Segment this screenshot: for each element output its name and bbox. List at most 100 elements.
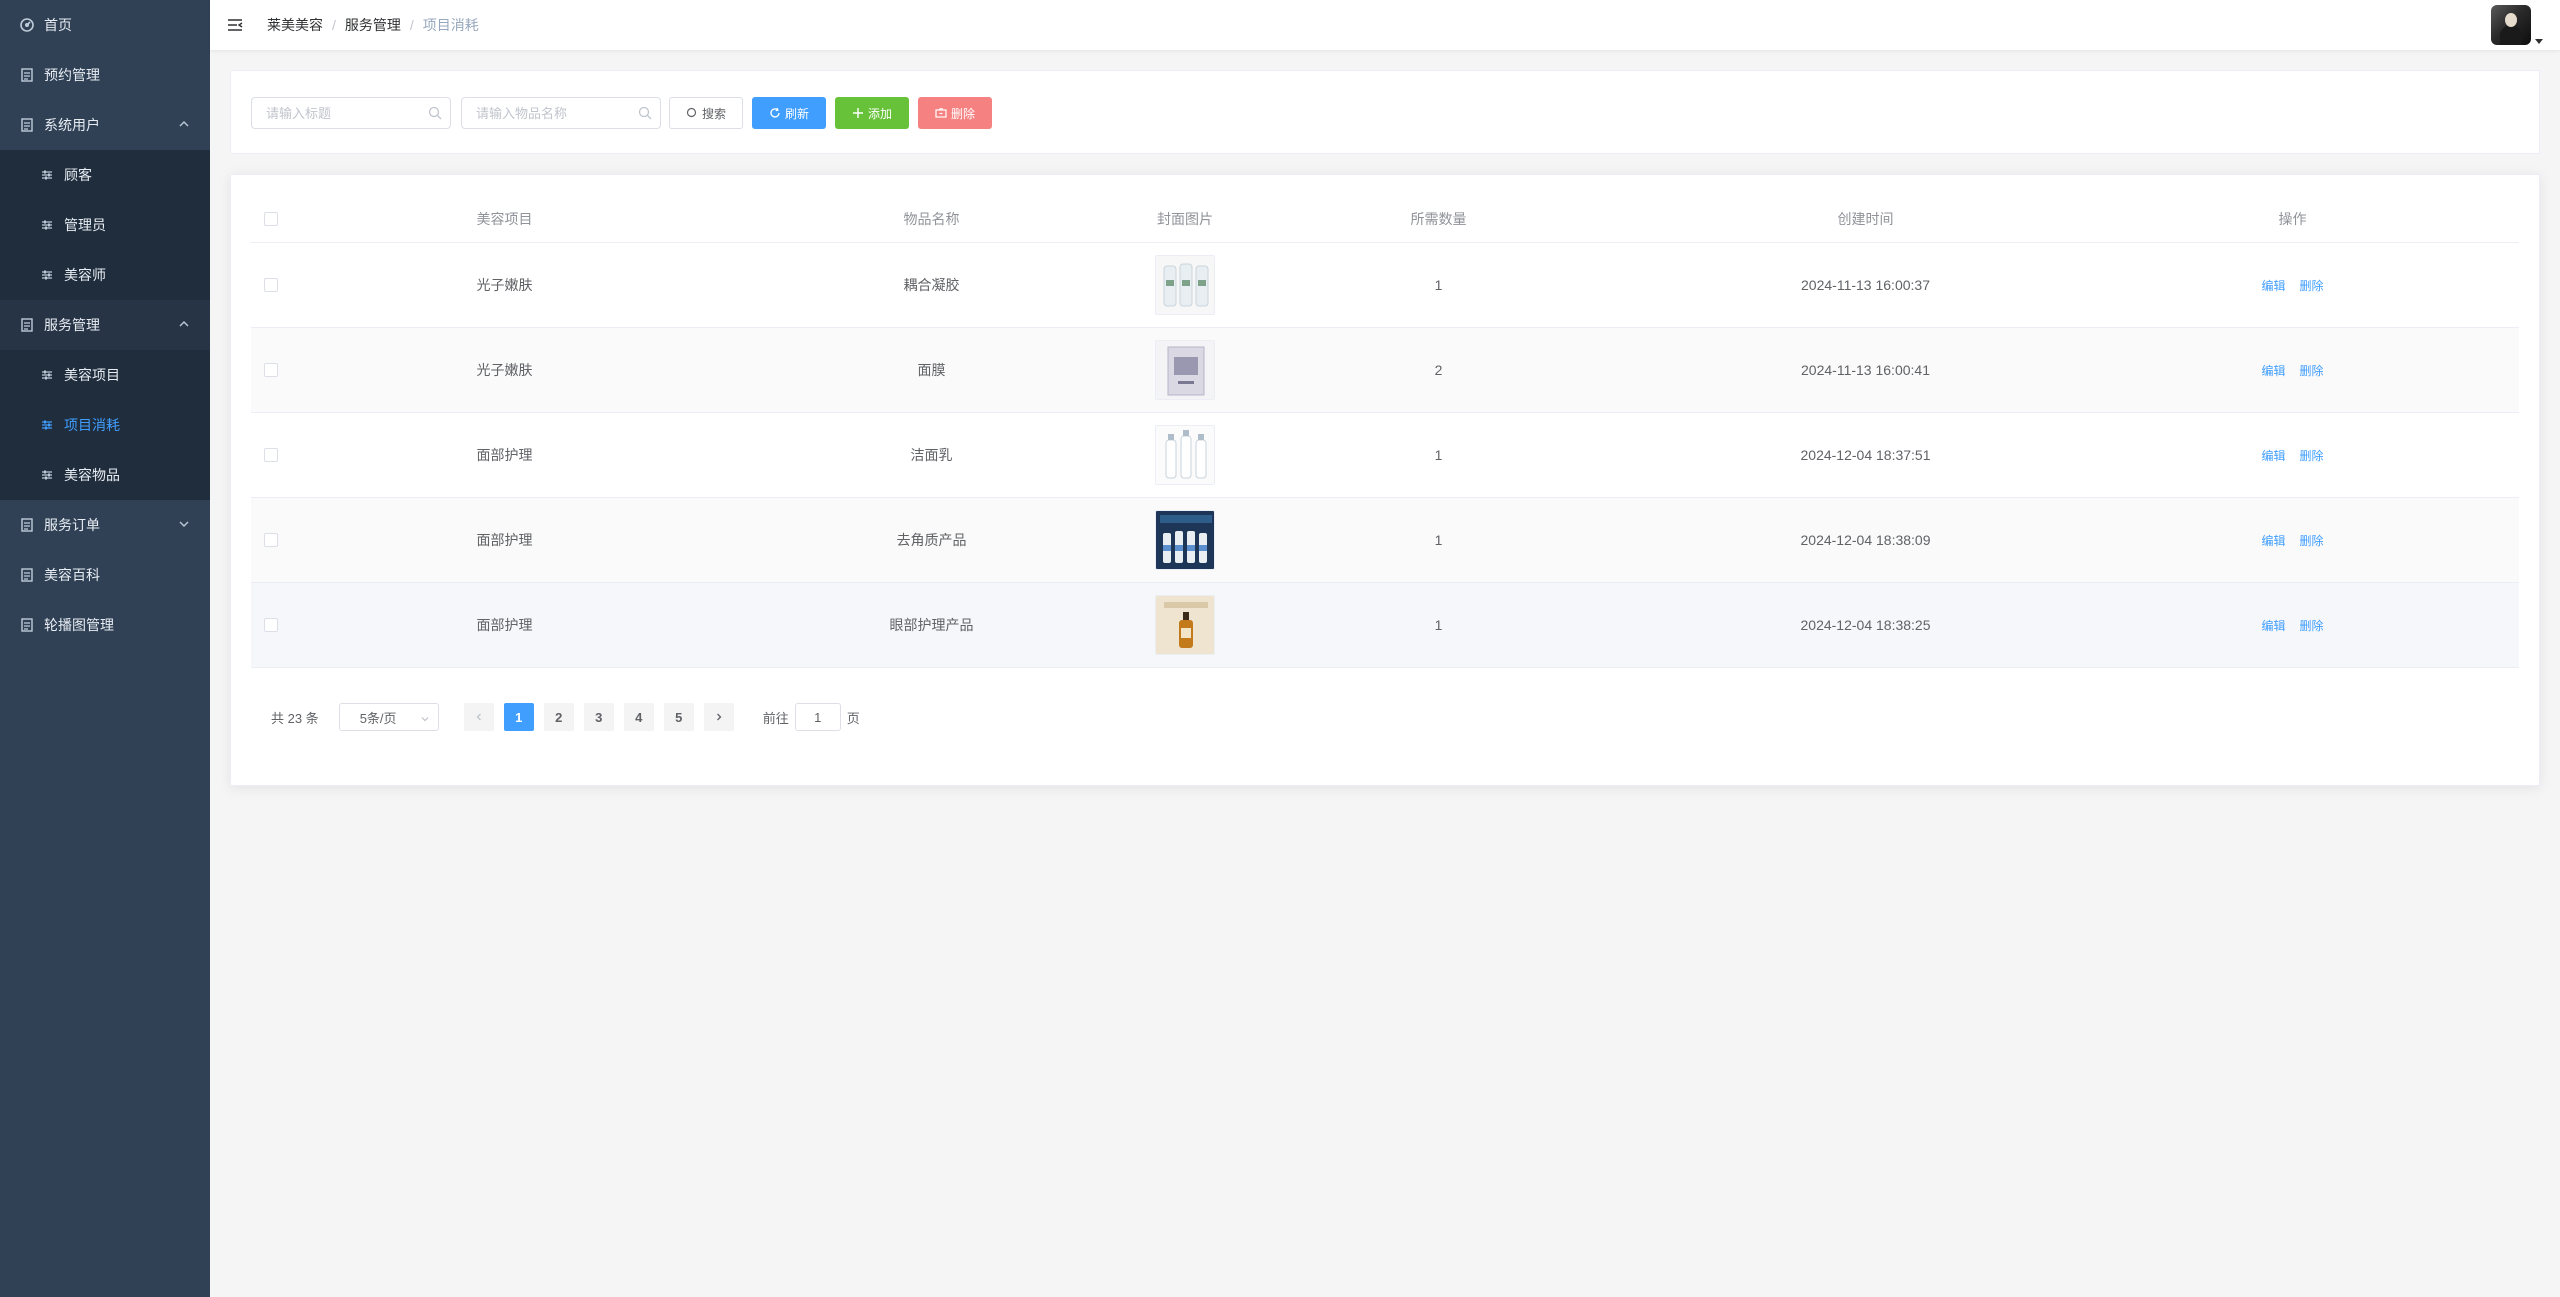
column-header-created: 创建时间 (1837, 210, 1894, 227)
cover-image[interactable] (1155, 510, 1215, 570)
chevron-left-icon (476, 713, 481, 721)
sidebar-item-service-management[interactable]: 服务管理 (0, 300, 210, 350)
delete-link[interactable]: 删除 (2299, 364, 2323, 378)
cell-item: 洁面乳 (910, 447, 953, 463)
cell-quantity: 1 (1434, 277, 1443, 293)
cell-item: 面膜 (917, 362, 946, 378)
title-search-input[interactable] (252, 98, 412, 128)
edit-link[interactable]: 编辑 (2262, 449, 2286, 463)
document-icon (20, 68, 34, 82)
sliders-icon (40, 468, 54, 482)
cell-quantity: 1 (1434, 617, 1443, 633)
sidebar-item-label: 轮播图管理 (44, 617, 114, 633)
edit-link[interactable]: 编辑 (2262, 364, 2286, 378)
table-panel: 美容项目 物品名称 封面图片 所需数量 创建时间 操作 光子嫩肤 耦合凝胶 1 … (230, 174, 2540, 786)
cell-item: 耦合凝胶 (903, 277, 960, 293)
edit-link[interactable]: 编辑 (2262, 279, 2286, 293)
cell-created-time: 2024-12-04 18:38:25 (1800, 617, 1931, 633)
row-checkbox[interactable] (264, 278, 278, 292)
row-select-cell (251, 448, 291, 462)
search-icon (428, 106, 442, 120)
cell-created-time: 2024-12-04 18:38:09 (1800, 532, 1931, 548)
user-menu[interactable] (2491, 5, 2544, 45)
cell-project: 光子嫩肤 (476, 277, 533, 293)
sidebar-item-label: 美容项目 (64, 367, 120, 383)
sidebar-item-service-orders[interactable]: 服务订单 (0, 500, 210, 550)
delete-link[interactable]: 删除 (2299, 619, 2323, 633)
sidebar-item-home[interactable]: 首页 (0, 0, 210, 50)
chevron-right-icon (716, 713, 722, 721)
breadcrumb-separator: / (409, 17, 414, 33)
cell-actions: 编辑 删除 (2079, 362, 2506, 379)
delete-link[interactable]: 删除 (2299, 534, 2323, 548)
sidebar-item-appointments[interactable]: 预约管理 (0, 50, 210, 100)
row-checkbox[interactable] (264, 448, 278, 462)
delete-button-label: 删除 (950, 106, 975, 121)
page-number[interactable]: 4 (623, 703, 654, 731)
refresh-button[interactable]: 刷新 (752, 97, 826, 129)
breadcrumb-separator: / (332, 17, 336, 33)
hamburger-icon[interactable] (227, 17, 243, 33)
document-icon (20, 568, 34, 582)
edit-link[interactable]: 编辑 (2262, 534, 2286, 548)
row-checkbox[interactable] (264, 533, 278, 547)
search-panel: 搜索 刷新 添加 删除 (230, 70, 2540, 154)
next-page-button[interactable] (703, 703, 734, 731)
row-checkbox[interactable] (264, 618, 278, 632)
delete-link[interactable]: 删除 (2299, 449, 2323, 463)
sidebar-item-beauty-wiki[interactable]: 美容百科 (0, 550, 210, 600)
avatar[interactable] (2491, 5, 2531, 45)
sidebar-item-system-users[interactable]: 系统用户 (0, 100, 210, 150)
sidebar-item-label: 美容师 (64, 267, 106, 283)
column-header-quantity: 所需数量 (1410, 210, 1467, 227)
delete-link[interactable]: 删除 (2299, 279, 2323, 293)
page-size-value: 5条/页 (359, 710, 397, 726)
sidebar: 首页 预约管理 系统用户 顾客 管理员 美容师 服务管理 美容项目 项目消耗 美… (0, 0, 210, 1297)
cell-project: 面部护理 (476, 447, 533, 463)
page-size-select[interactable]: 5条/页 (338, 703, 439, 731)
table-header: 美容项目 物品名称 封面图片 所需数量 创建时间 操作 (251, 195, 2519, 243)
prev-page-button[interactable] (463, 703, 494, 731)
sidebar-item-beauty-items[interactable]: 美容物品 (0, 450, 210, 500)
select-all-checkbox[interactable] (264, 211, 278, 226)
page-number[interactable]: 3 (583, 703, 614, 731)
sliders-icon (40, 168, 54, 182)
pagination: 共 23 条 5条/页 1 2 3 4 5 前往 页 (271, 703, 860, 731)
item-name-search-input[interactable] (462, 98, 622, 128)
row-checkbox[interactable] (264, 363, 278, 377)
sidebar-item-label: 管理员 (64, 217, 106, 233)
cell-quantity: 2 (1434, 362, 1443, 378)
cover-image[interactable] (1155, 255, 1215, 315)
add-button[interactable]: 添加 (835, 97, 909, 129)
caret-down-icon[interactable] (2534, 33, 2544, 44)
cell-cover (1145, 425, 1225, 485)
page-jumper: 前往 页 (763, 703, 860, 731)
cover-image[interactable] (1155, 425, 1215, 485)
chevron-down-icon (420, 712, 430, 722)
edit-link[interactable]: 编辑 (2262, 619, 2286, 633)
sidebar-item-admins[interactable]: 管理员 (0, 200, 210, 250)
search-button[interactable]: 搜索 (669, 97, 743, 129)
page-number[interactable]: 2 (543, 703, 574, 731)
sidebar-item-customers[interactable]: 顾客 (0, 150, 210, 200)
dashboard-icon (20, 18, 34, 32)
cell-project: 面部护理 (476, 532, 533, 548)
refresh-button-label: 刷新 (784, 106, 809, 121)
page-number[interactable]: 5 (663, 703, 694, 731)
delete-button[interactable]: 删除 (918, 97, 992, 129)
sidebar-item-label: 美容百科 (44, 567, 100, 583)
sidebar-item-beauty-projects[interactable]: 美容项目 (0, 350, 210, 400)
document-icon (20, 518, 34, 532)
title-search-field (251, 97, 451, 129)
breadcrumb-item[interactable]: 莱美美容 (267, 15, 323, 35)
cover-image[interactable] (1155, 340, 1215, 400)
goto-page-input[interactable] (794, 703, 841, 731)
sidebar-item-project-consumption[interactable]: 项目消耗 (0, 400, 210, 450)
sidebar-item-beauticians[interactable]: 美容师 (0, 250, 210, 300)
cell-actions: 编辑 删除 (2079, 617, 2506, 634)
cover-image[interactable] (1155, 595, 1215, 655)
column-header-item: 物品名称 (903, 210, 960, 227)
pagination-total: 共 23 条 (271, 710, 319, 726)
sidebar-item-carousel[interactable]: 轮播图管理 (0, 600, 210, 650)
page-number[interactable]: 1 (503, 703, 534, 731)
